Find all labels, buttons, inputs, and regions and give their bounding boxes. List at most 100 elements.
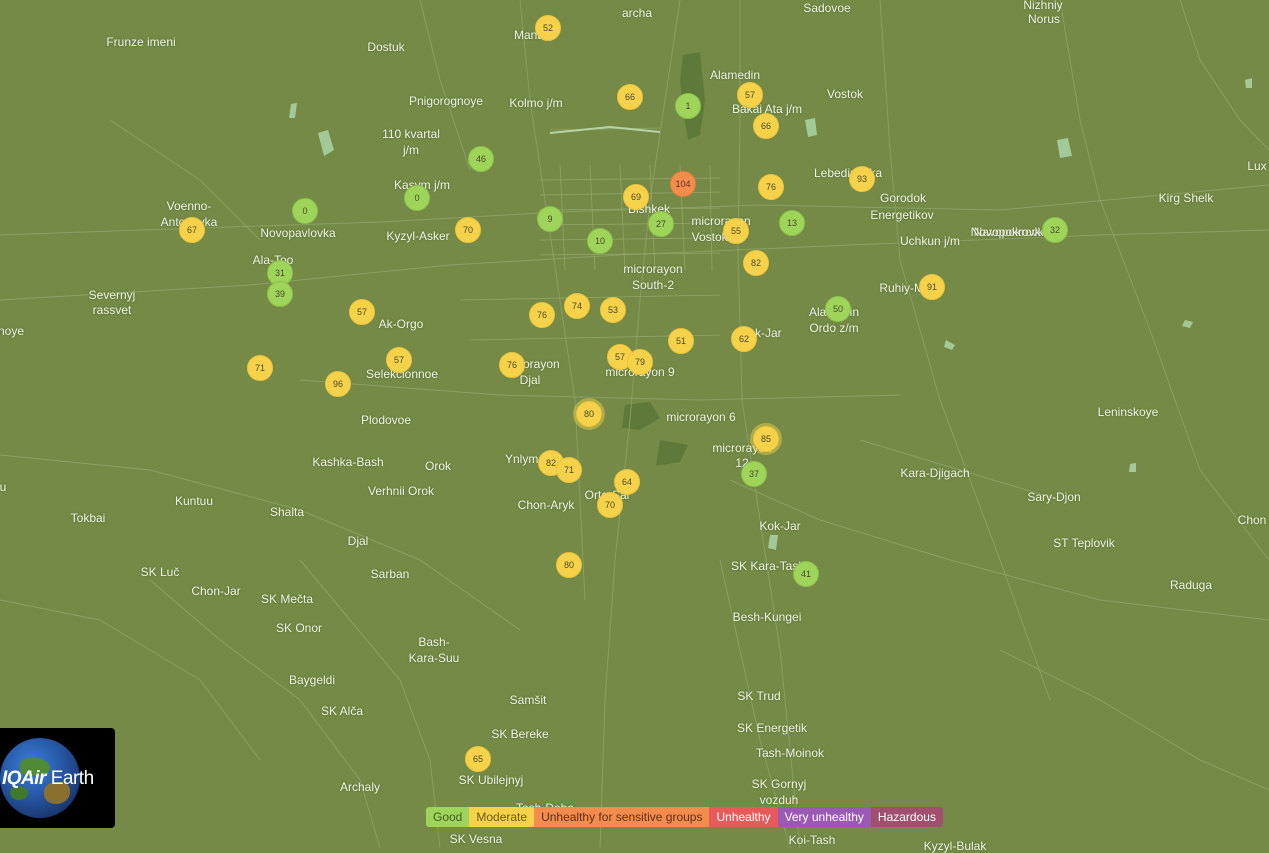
place-label: Kashka-Bash [312,455,384,469]
legend-item[interactable]: Good [426,807,470,827]
place-label: Archaly [339,780,381,794]
place-label: SK Gornyj [751,777,807,791]
aqi-station-marker[interactable]: 46 [468,146,494,172]
place-label: Djal [519,373,541,387]
place-label: Kuntuu [174,494,214,508]
legend-item[interactable]: Unhealthy [709,807,778,827]
aqi-station-marker[interactable]: 74 [564,293,590,319]
aqi-station-marker[interactable]: 93 [849,166,875,192]
aqi-station-marker[interactable]: 71 [556,457,582,483]
aqi-station-marker[interactable]: 13 [779,210,805,236]
place-label: Orok [424,459,452,473]
place-label: SK Ubilejnyj [458,773,524,787]
aqi-station-marker[interactable]: 104 [670,171,696,197]
place-label: SK Trud [737,689,781,703]
aqi-station-marker[interactable]: 80 [576,401,602,427]
place-label: Frunze imeni [106,35,176,49]
aqi-station-marker[interactable]: 67 [179,217,205,243]
place-label: Severnyj [88,288,136,302]
aqi-station-marker[interactable]: 62 [731,326,757,352]
place-label: Djal [347,534,369,548]
map-canvas[interactable] [0,0,1269,848]
aqi-station-marker[interactable]: 9 [537,206,563,232]
aqi-station-marker[interactable]: 85 [753,426,779,452]
place-label: Uchkun j/m [899,234,961,248]
aqi-station-marker[interactable]: 80 [556,552,582,578]
place-label: ST Teplovik [1053,536,1115,550]
place-label: Pnigorognoye [408,94,484,108]
aqi-station-marker[interactable]: 52 [535,15,561,41]
place-label: 110 kvartal [382,127,440,141]
place-label: Sarban [370,567,410,581]
place-label: Gorodok [879,191,927,205]
aqi-legend: Good Moderate Unhealthy for sensitive grou… [426,807,943,827]
aqi-station-marker[interactable]: 0 [404,185,430,211]
place-label: Lux [1247,159,1267,173]
aqi-station-marker[interactable]: 57 [737,82,763,108]
legend-item[interactable]: Very unhealthy [777,807,871,827]
aqi-station-marker[interactable]: 37 [741,461,767,487]
aqi-station-marker[interactable]: 64 [614,469,640,495]
place-label: Kyzyl-Bulak [923,839,987,853]
place-label: Ordo z/m [809,321,859,335]
aqi-station-marker[interactable]: 57 [349,299,375,325]
aqi-station-marker[interactable]: 1 [675,93,701,119]
aqi-station-marker[interactable]: 82 [743,250,769,276]
legend-item[interactable]: Unhealthy for sensitive groups [534,807,710,827]
place-label: Ak-Orgo [378,317,424,331]
aqi-station-marker[interactable]: 96 [325,371,351,397]
place-label: SK Alča [320,704,364,718]
place-label: Kok-Jar [759,519,801,533]
aqi-station-marker[interactable]: 76 [758,174,784,200]
aqi-station-marker[interactable]: 71 [247,355,273,381]
place-label: Norus [1027,12,1061,26]
aqi-station-marker[interactable]: 41 [793,561,819,587]
place-label: microrayon 6 [666,410,736,424]
place-label: Energetikov [870,208,934,222]
place-label: Chon-Aryk [517,498,575,512]
place-label: rassvet [92,303,132,317]
place-label: archa [621,6,653,20]
aqi-station-marker[interactable]: 69 [623,184,649,210]
aqi-station-marker[interactable]: 39 [267,281,293,307]
aqi-station-marker[interactable]: 50 [825,296,851,322]
aqi-station-marker[interactable]: 66 [617,84,643,110]
place-label: Sary-Djon [1027,490,1081,504]
legend-item[interactable]: Hazardous [870,807,943,827]
aqi-station-marker[interactable]: 27 [648,211,674,237]
place-label: Verhnii Orok [367,484,435,498]
aqi-station-marker[interactable]: 66 [753,113,779,139]
aqi-station-marker[interactable]: 70 [455,217,481,243]
legend-item[interactable]: Moderate [469,807,535,827]
aqi-station-marker[interactable]: 10 [587,228,613,254]
place-label: SK Bereke [491,727,549,741]
aqi-station-marker[interactable]: 53 [600,297,626,323]
brand-text: IQAir Earth [2,768,94,789]
place-label: Koi-Tash [788,833,836,847]
aqi-station-marker[interactable]: 51 [668,328,694,354]
aqi-station-marker[interactable]: 57 [386,347,412,373]
aqi-station-marker[interactable]: 70 [597,492,623,518]
aqi-station-marker[interactable]: 76 [499,352,525,378]
place-label: Raduga [1169,578,1213,592]
place-label: Kirg Shelk [1158,191,1214,205]
place-label: Chon [1237,513,1267,527]
place-label: Samšit [509,693,547,707]
place-label: Alamedin [709,68,761,82]
aqi-station-marker[interactable]: 55 [723,218,749,244]
place-label: u [0,480,7,494]
place-label: Novopavlovka [260,226,336,240]
aqi-station-marker[interactable]: 79 [627,349,653,375]
aqi-station-marker[interactable]: 65 [465,746,491,772]
place-label: Shalta [269,505,305,519]
place-label: SK Luč [140,565,180,579]
aqi-station-marker[interactable]: 76 [529,302,555,328]
place-label: SK Vesna [449,832,503,846]
aqi-station-marker[interactable]: 32 [1042,217,1068,243]
place-label: SK Mečta [260,592,314,606]
aqi-station-marker[interactable]: 0 [292,198,318,224]
place-label: Chon-Jar [191,584,241,598]
place-label: Dostuk [367,40,405,54]
aqi-station-marker[interactable]: 91 [919,274,945,300]
iqair-earth-logo[interactable]: IQAir Earth [0,728,115,828]
